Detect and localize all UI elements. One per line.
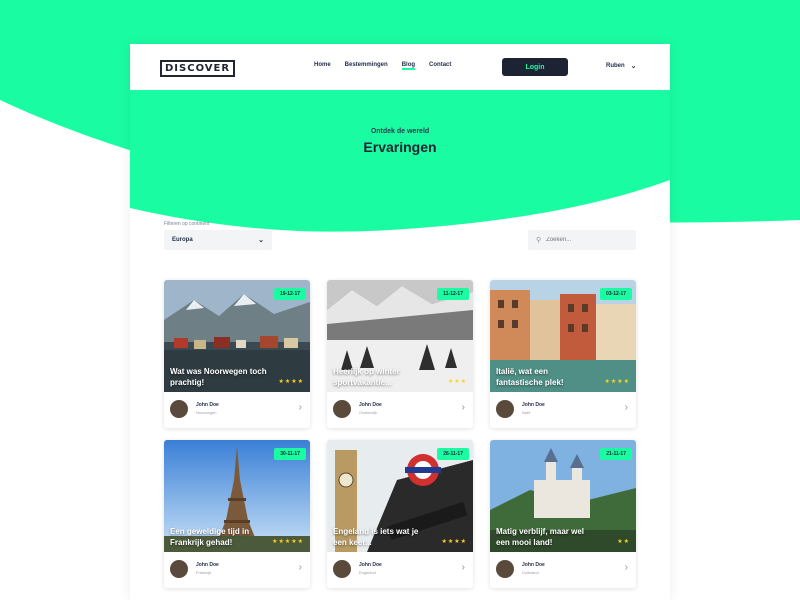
- continent-select-value: Europa: [172, 237, 193, 243]
- card-germany[interactable]: 21-11-17 Matig verblijf, maar wel een mo…: [490, 440, 636, 588]
- card-footer: John Doe Noorwegen ›: [164, 392, 310, 428]
- login-button[interactable]: Login: [502, 58, 568, 76]
- page-container: DISCOVER Home Bestemmingen Blog Contact …: [130, 44, 670, 600]
- nav-link-blog[interactable]: Blog: [401, 62, 416, 70]
- card-france[interactable]: 30-11-17 Een geweldige tijd in Frankrijk…: [164, 440, 310, 588]
- card-location: Duitsland: [522, 570, 539, 575]
- nav-links: Home Bestemmingen Blog Contact: [314, 62, 451, 70]
- date-badge: 11-12-17: [437, 288, 469, 300]
- chevron-right-icon[interactable]: ›: [625, 402, 628, 413]
- card-winter[interactable]: 11-12-17 Heerlijk op winter sportvakanti…: [327, 280, 473, 428]
- card-england[interactable]: 26-11-17 Engeland is iets wat je een kee…: [327, 440, 473, 588]
- author-name: John Doe: [196, 402, 219, 408]
- card-footer: John Doe Frankrijk ›: [164, 552, 310, 588]
- avatar: [333, 560, 351, 578]
- user-name: Ruben: [606, 63, 625, 69]
- author-name: John Doe: [359, 562, 382, 568]
- card-location: Frankrijk: [196, 570, 212, 575]
- continent-select[interactable]: Europa ⌄: [164, 230, 272, 250]
- card-location: Noorwegen: [196, 410, 217, 415]
- date-badge: 19-12-17: [273, 288, 306, 300]
- avatar: [333, 400, 351, 418]
- star-rating: ★★★: [447, 379, 467, 385]
- avatar: [170, 400, 188, 418]
- top-navigation: DISCOVER Home Bestemmingen Blog Contact …: [130, 44, 670, 90]
- hero-wave: [130, 90, 670, 232]
- star-rating: ★★★★: [278, 379, 304, 385]
- star-rating: ★★★★: [441, 539, 467, 545]
- user-menu[interactable]: Ruben ⌄: [606, 62, 637, 70]
- avatar: [496, 560, 514, 578]
- star-rating: ★★★★: [604, 379, 630, 385]
- hero-title: Ervaringen: [363, 139, 437, 155]
- star-rating: ★★★★★: [272, 539, 304, 545]
- chevron-right-icon[interactable]: ›: [462, 562, 465, 573]
- card-title[interactable]: Matig verblijf, maar wel een mooi land!: [496, 526, 596, 548]
- author-name: John Doe: [359, 402, 382, 408]
- card-title[interactable]: Engeland is iets wat je een keer...: [333, 526, 433, 548]
- hero-subtitle: Ontdek de wereld: [370, 128, 430, 135]
- card-footer: John Doe Engeland ›: [327, 552, 473, 588]
- card-footer: John Doe Italië ›: [490, 392, 636, 428]
- author-name: John Doe: [196, 562, 219, 568]
- chevron-right-icon[interactable]: ›: [462, 402, 465, 413]
- card-footer: John Doe Duitsland ›: [490, 552, 636, 588]
- date-badge: 03-12-17: [599, 288, 632, 300]
- card-norway[interactable]: 19-12-17 Wat was Noorwegen toch prachtig…: [164, 280, 310, 428]
- star-rating: ★★: [617, 539, 630, 545]
- card-title[interactable]: Een geweldige tijd in Frankrijk gehad!: [170, 526, 270, 548]
- card-footer: John Doe Oostenrijk ›: [327, 392, 473, 428]
- nav-link-contact[interactable]: Contact: [429, 62, 451, 70]
- date-badge: 21-11-17: [600, 448, 632, 460]
- search-box[interactable]: ⚲: [528, 230, 636, 250]
- date-badge: 30-11-17: [274, 448, 306, 460]
- chevron-down-icon: ⌄: [258, 237, 264, 244]
- card-location: Italië: [522, 410, 531, 415]
- card-location: Engeland: [359, 570, 376, 575]
- avatar: [170, 560, 188, 578]
- author-name: John Doe: [522, 562, 545, 568]
- chevron-down-icon: ⌄: [630, 63, 637, 70]
- card-title[interactable]: Heerlijk op winter sportvakantie...: [333, 366, 433, 388]
- chevron-right-icon[interactable]: ›: [299, 402, 302, 413]
- date-badge: 26-11-17: [437, 448, 469, 460]
- author-name: John Doe: [522, 402, 545, 408]
- card-title[interactable]: Wat was Noorwegen toch prachtig!: [170, 366, 270, 388]
- hero-section: Ontdek de wereld Ervaringen: [130, 128, 670, 155]
- card-italy[interactable]: 03-12-17 Italië, wat een fantastische pl…: [490, 280, 636, 428]
- chevron-right-icon[interactable]: ›: [299, 562, 302, 573]
- nav-link-home[interactable]: Home: [314, 62, 331, 70]
- continent-filter-label: Filteren op continent: [164, 221, 210, 227]
- nav-link-destinations[interactable]: Bestemmingen: [345, 62, 388, 70]
- chevron-right-icon[interactable]: ›: [625, 562, 628, 573]
- card-location: Oostenrijk: [359, 410, 378, 415]
- avatar: [496, 400, 514, 418]
- search-icon: ⚲: [536, 237, 542, 244]
- site-logo[interactable]: DISCOVER: [160, 60, 236, 77]
- card-title[interactable]: Italië, wat een fantastische plek!: [496, 366, 596, 388]
- search-input[interactable]: [546, 237, 627, 243]
